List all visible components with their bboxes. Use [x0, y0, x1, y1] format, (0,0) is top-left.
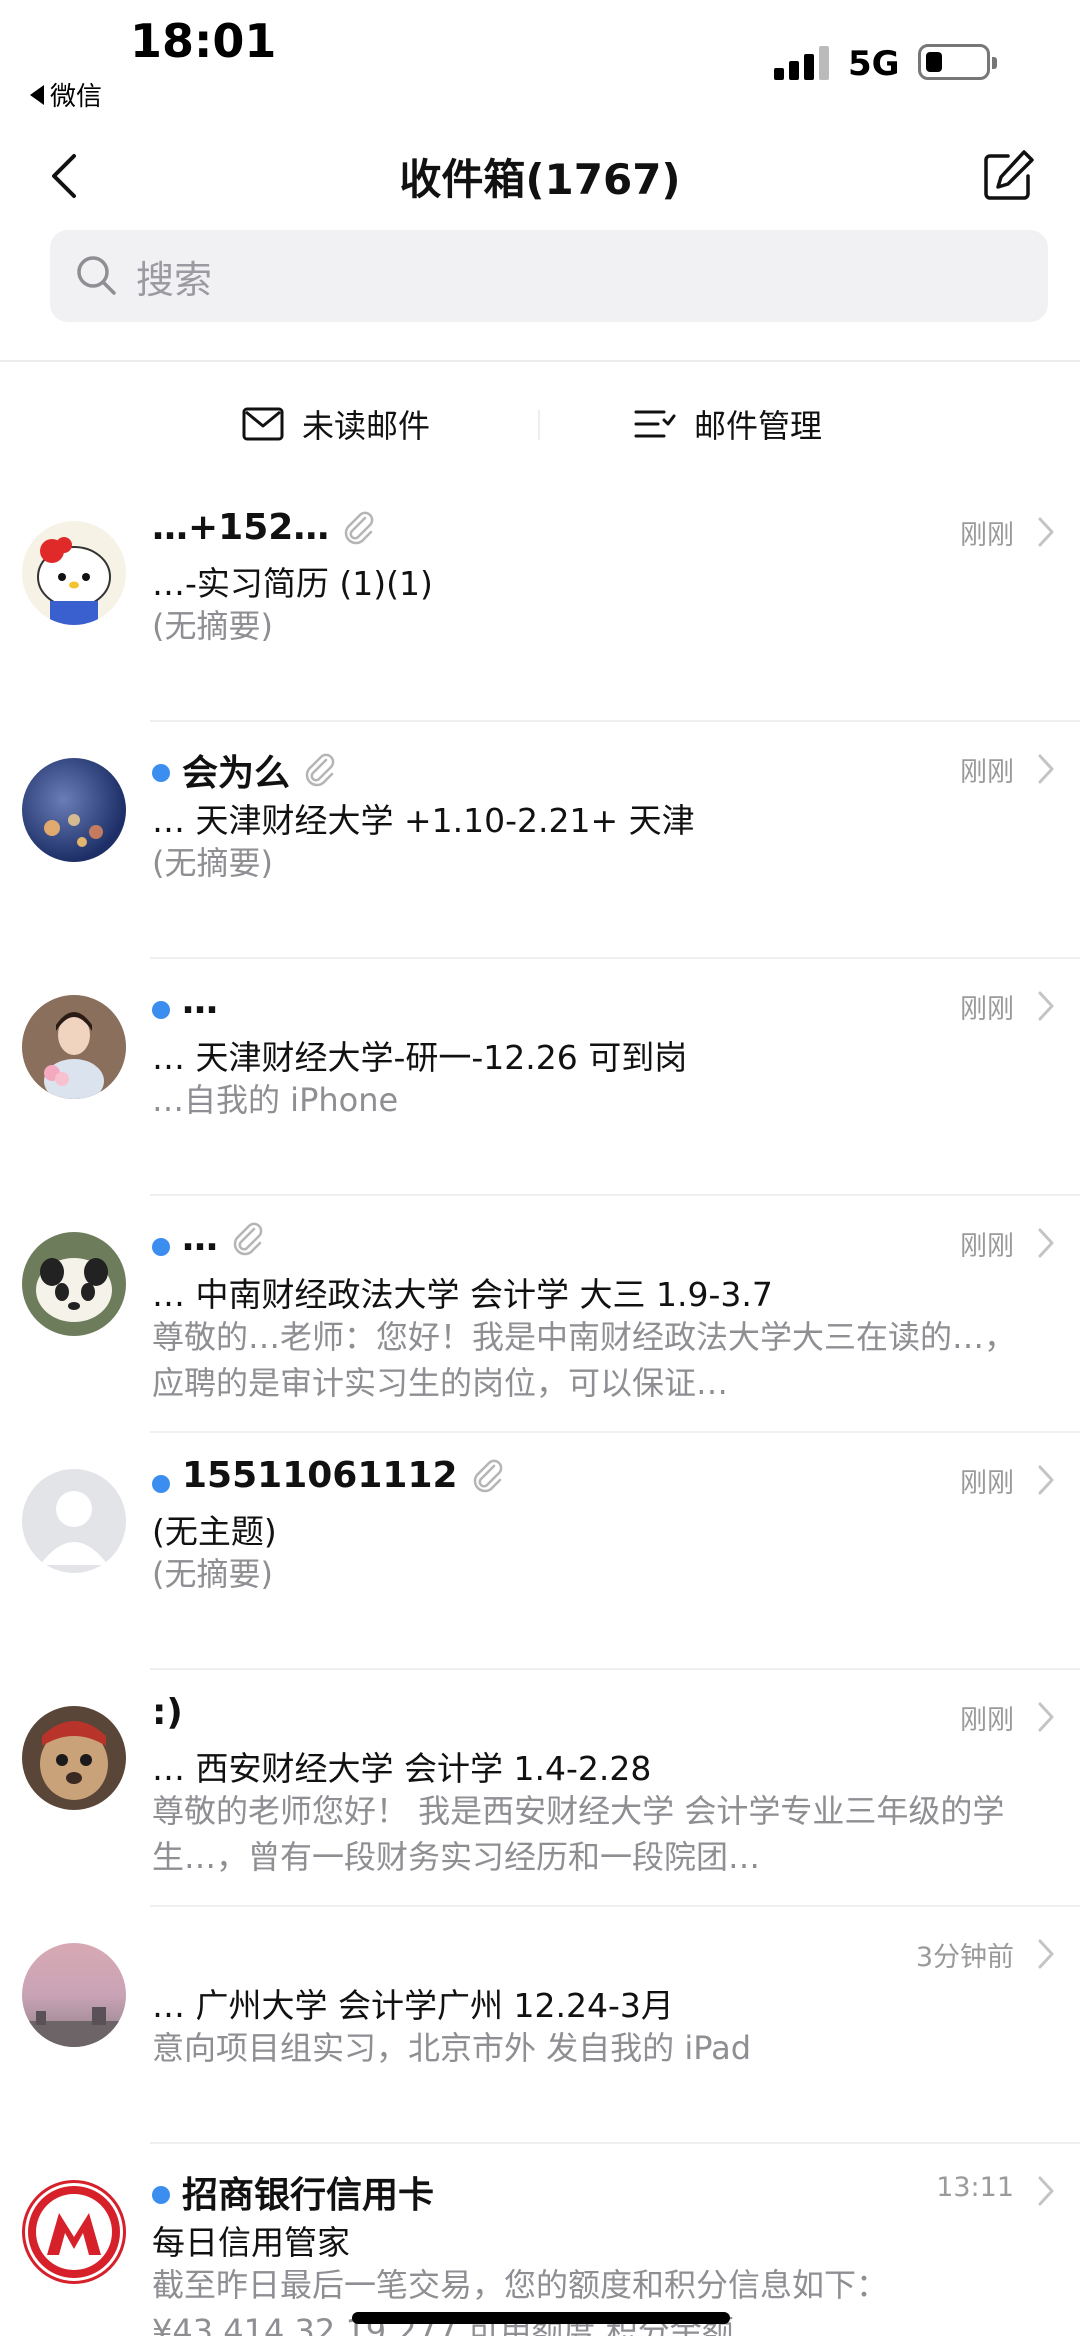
cmb-logo-icon	[28, 2186, 120, 2278]
mail-time: 13:11	[936, 2172, 1014, 2203]
search-bar[interactable]: 搜索	[50, 230, 1048, 322]
unread-dot	[152, 1475, 170, 1493]
mail-snippet: (无摘要)	[152, 607, 273, 645]
mail-time: 刚刚	[960, 1468, 1014, 1499]
mail-item[interactable]: …+152… 刚刚 …-实习简历 (1)(1) (无摘要)	[0, 485, 1080, 722]
mail-list: …+152… 刚刚 …-实习简历 (1)(1) (无摘要) 会为么 刚刚 … 天…	[0, 485, 1080, 2336]
attachment-icon	[345, 511, 374, 544]
sender-name: …+152…	[152, 507, 330, 548]
avatar	[22, 2180, 126, 2284]
attachment-icon	[305, 753, 335, 787]
mail-snippet: 尊敬的老师您好！ 我是西安财经大学 会计学专业三年级的学生…，曾有一段财务实习经…	[152, 1792, 1005, 1876]
battery-icon	[918, 44, 997, 80]
chevron-right-icon	[1038, 1465, 1054, 1495]
mail-item[interactable]: :) 刚刚 … 西安财经大学 会计学 1.4-2.28 尊敬的老师您好！ 我是西…	[0, 1670, 1080, 1907]
mail-subject: (无主题)	[152, 1512, 277, 1551]
avatar	[22, 1469, 126, 1573]
search-icon	[77, 256, 116, 295]
mail-time: 刚刚	[960, 1705, 1014, 1736]
mail-sender: …+152…	[152, 507, 377, 548]
mail-item[interactable]: 15511061112 刚刚 (无主题) (无摘要)	[0, 1433, 1080, 1670]
mail-subject: … 广州大学 会计学广州 12.24-3月	[152, 1986, 674, 2025]
sender-name: 招商银行信用卡	[182, 2175, 435, 2216]
chevron-right-icon	[1038, 991, 1054, 1021]
attachment-icon	[473, 1459, 502, 1492]
compose-button[interactable]	[978, 146, 1038, 206]
mail-subject: … 天津财经大学 +1.10-2.21+ 天津	[152, 801, 695, 840]
mail-subject: … 中南财经政法大学 会计学 大三 1.9-3.7	[152, 1275, 773, 1314]
mail-toolbar: 未读邮件 邮件管理	[0, 380, 1080, 468]
manage-list-icon	[634, 410, 676, 438]
sender-name: …	[182, 1218, 218, 1259]
mail-item[interactable]: 3分钟前 … 广州大学 会计学广州 12.24-3月 意向项目组实习，北京市外 …	[0, 1907, 1080, 2144]
mail-snippet: (无摘要)	[152, 844, 273, 882]
mail-snippet: …自我的 iPhone	[152, 1081, 399, 1119]
mail-time: 3分钟前	[915, 1942, 1014, 1973]
mail-time: 刚刚	[960, 520, 1014, 551]
back-triangle-icon	[30, 84, 44, 105]
unread-dot	[152, 1238, 170, 1256]
avatar	[22, 521, 126, 625]
mail-snippet: (无摘要)	[152, 1555, 273, 1593]
avatar	[22, 1232, 126, 1336]
mail-manage-button[interactable]: 邮件管理	[634, 398, 822, 450]
unread-dot	[152, 1001, 170, 1019]
mail-sender: 15511061112	[182, 1455, 506, 1496]
mail-subject: …-实习简历 (1)(1)	[152, 564, 433, 603]
back-to-app-link[interactable]: 微信	[30, 76, 102, 113]
search-placeholder: 搜索	[136, 257, 213, 302]
sender-name: 15511061112	[182, 1455, 458, 1496]
mail-item[interactable]: … 刚刚 … 中南财经政法大学 会计学 大三 1.9-3.7 尊敬的…老师：您好…	[0, 1196, 1080, 1433]
back-app-label: 微信	[50, 82, 103, 112]
status-bar: 18:01 微信 5G	[0, 0, 1080, 120]
signal-icon	[774, 46, 830, 80]
mail-sender: 会为么	[182, 744, 338, 796]
sender-name: …	[182, 981, 218, 1022]
mail-time: 刚刚	[960, 1231, 1014, 1262]
mail-manage-label: 邮件管理	[694, 407, 823, 445]
attachment-icon	[233, 1222, 263, 1255]
mail-item[interactable]: … 刚刚 … 天津财经大学-研一-12.26 可到岗 …自我的 iPhone	[0, 959, 1080, 1196]
status-time: 18:01	[130, 14, 277, 68]
mail-time: 刚刚	[960, 994, 1014, 1025]
chevron-right-icon	[1038, 1702, 1054, 1732]
mail-subject: 每日信用管家	[152, 2223, 350, 2262]
mail-item[interactable]: 会为么 刚刚 … 天津财经大学 +1.10-2.21+ 天津 (无摘要)	[0, 722, 1080, 959]
chevron-right-icon	[1038, 1939, 1054, 1969]
sender-name: 会为么	[182, 753, 291, 794]
unread-mail-label: 未读邮件	[302, 407, 431, 445]
avatar	[22, 995, 126, 1099]
mail-time: 刚刚	[960, 757, 1014, 788]
unread-mail-button[interactable]: 未读邮件	[242, 398, 430, 450]
compose-icon	[984, 150, 1034, 200]
mail-subject: … 西安财经大学 会计学 1.4-2.28	[152, 1749, 652, 1788]
divider	[0, 360, 1080, 362]
envelope-icon	[242, 407, 284, 441]
home-indicator[interactable]	[352, 2312, 730, 2324]
unread-dot	[152, 764, 170, 782]
default-avatar-icon	[40, 1491, 108, 1565]
mail-sender: …	[182, 981, 218, 1022]
mail-subject: … 天津财经大学-研一-12.26 可到岗	[152, 1038, 688, 1077]
chevron-right-icon	[1038, 517, 1054, 547]
mail-snippet: 意向项目组实习，北京市外 发自我的 iPad	[152, 2029, 752, 2067]
chevron-right-icon	[1038, 1228, 1054, 1258]
unread-dot	[152, 2186, 170, 2204]
sender-name: :)	[152, 1692, 183, 1733]
mail-snippet: 截至昨日最后一笔交易，您的额度和积分信息如下：¥43,414.32 19,277…	[152, 2266, 889, 2336]
chevron-right-icon	[1038, 2176, 1054, 2206]
avatar	[22, 758, 126, 862]
mail-snippet: 尊敬的…老师：您好！我是中南财经政法大学大三在读的…，应聘的是审计实习生的岗位，…	[152, 1318, 1017, 1402]
chevron-right-icon	[1038, 754, 1054, 784]
toolbar-separator	[538, 410, 540, 440]
page-title: 收件箱(1767)	[399, 155, 681, 204]
mail-sender: 招商银行信用卡	[182, 2166, 434, 2218]
avatar	[22, 1943, 126, 2047]
avatar	[22, 1706, 126, 1810]
mail-sender: …	[182, 1218, 266, 1259]
mail-item[interactable]: 招商银行信用卡 13:11 每日信用管家 截至昨日最后一笔交易，您的额度和积分信…	[0, 2144, 1080, 2336]
network-type: 5G	[848, 44, 900, 84]
nav-bar: 收件箱(1767)	[0, 128, 1080, 224]
mail-sender: :)	[152, 1692, 183, 1733]
